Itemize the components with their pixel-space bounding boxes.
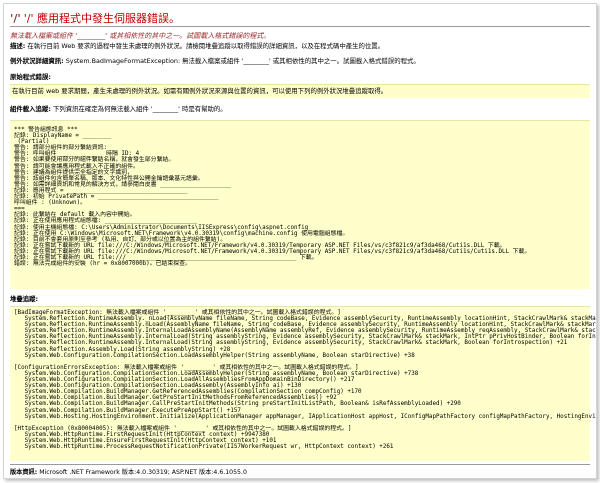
assembly-log-line: 錯誤: 無法完成組件的安裝 (hr = 0x8007000b)。已結束探查。: [14, 261, 191, 268]
assembly-trace-label: 組件載入追蹤:: [10, 105, 51, 113]
stack-trace-line: System.Reflection.RuntimeAssembly.Intern…: [14, 340, 568, 347]
stack-trace-label: 堆疊追蹤:: [10, 295, 39, 303]
source-error-label-row: 原始程式錯誤:: [10, 73, 51, 82]
description-text: 在執行目前 Web 要求的過程中發生未處理的例外狀況。請檢閱堆疊追蹤以取得錯誤的…: [27, 42, 385, 50]
assembly-trace-text: 下列資訊在確定為何無法載入組件 '________' 時是有幫助的。: [52, 105, 227, 113]
description-label: 描述:: [10, 42, 26, 50]
exception-details-text: System.BadImageFormatException: 無法載入檔案或組…: [65, 57, 420, 65]
footer-divider: [10, 464, 590, 465]
assembly-log: *** 警告組態訊息 *** 記錄: DisplayName = ________…: [14, 127, 530, 267]
version-info: 版本資訊: Microsoft .NET Framework 版本:4.0.30…: [10, 467, 247, 476]
exception-details-label: 例外狀況詳細資訊:: [10, 57, 64, 65]
source-error-text: 在執行目前 web 要求期間，產生未處理的例外狀況。如需有關例外狀況來源與位置的…: [12, 87, 388, 95]
error-page: '/' '/' 應用程式中發生伺服器錯誤。 無法載入檔案或組件 '________…: [3, 3, 597, 479]
version-info-label: 版本資訊:: [10, 469, 38, 476]
assembly-log-line: 記錄: 正在嘗試下載新的 URL file:///C:/Windows/Micr…: [14, 242, 506, 249]
source-error-label: 原始程式錯誤:: [10, 73, 51, 81]
source-error-box: 在執行目前 web 要求期間，產生未處理的例外狀況。如需有關例外狀況來源與位置的…: [10, 84, 590, 98]
title-divider: [10, 26, 590, 27]
app-path-mark: '/': [10, 12, 21, 25]
description-row: 描述: 在執行目前 Web 要求的過程中發生未處理的例外狀況。請檢閱堆疊追蹤以取…: [10, 42, 384, 51]
page-title: '/' '/' 應用程式中發生伺服器錯誤。: [10, 10, 180, 26]
version-info-text: Microsoft .NET Framework 版本:4.0.30319; A…: [39, 469, 247, 476]
stack-trace-line: System.Web.HttpRuntime.ProcessRequestNot…: [14, 444, 394, 451]
stack-trace-box: [BadImageFormatException: 無法載入檔案或組件 '___…: [10, 306, 596, 461]
page-title-text: '/' 應用程式中發生伺服器錯誤。: [23, 12, 181, 25]
assembly-trace-row: 組件載入追蹤: 下列資訊在確定為何無法載入組件 '________' 時是有幫助…: [10, 105, 227, 114]
exception-details-row: 例外狀況詳細資訊: System.BadImageFormatException…: [10, 57, 420, 66]
error-subtitle: 無法載入檔案或組件 '________' 或其相依性的其中之一。試圖載入格式錯誤…: [10, 32, 271, 40]
stack-trace-line: System.Web.Hosting.HostingEnvironment.In…: [14, 413, 597, 420]
stack-trace-label-row: 堆疊追蹤:: [10, 295, 38, 304]
assembly-log-box: *** 警告組態訊息 *** 記錄: DisplayName = ________…: [10, 120, 590, 289]
stack-trace: [BadImageFormatException: 無法載入檔案或組件 '___…: [14, 310, 597, 451]
